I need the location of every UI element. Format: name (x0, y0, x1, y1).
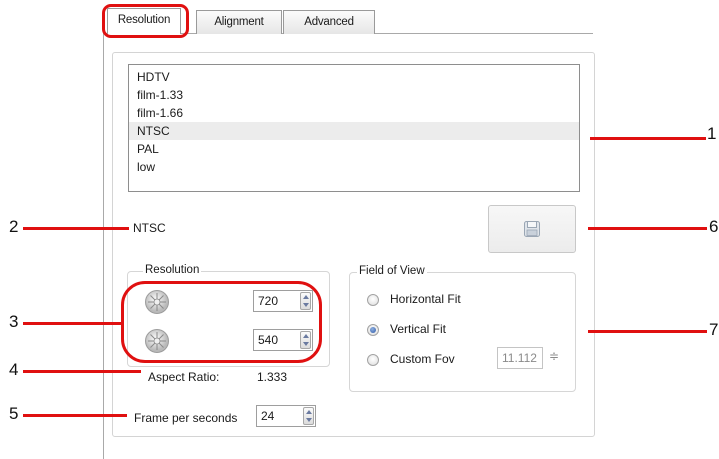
custom-fov-label[interactable]: Custom Fov (390, 352, 455, 366)
field-of-view-group (349, 272, 576, 392)
resolution-group-title: Resolution (143, 264, 202, 277)
tab-alignment[interactable]: Alignment (196, 10, 282, 34)
tab-resolution-label: Resolution (117, 14, 171, 26)
callout-line-2 (23, 227, 129, 230)
custom-fov-radio[interactable] (367, 354, 379, 366)
callout-line-4 (23, 370, 141, 373)
vertical-fit-radio[interactable] (367, 324, 379, 336)
fps-label: Frame per seconds (134, 411, 238, 425)
tab-resolution[interactable]: Resolution (107, 8, 181, 34)
tab-advanced[interactable]: Advanced (283, 10, 375, 34)
aspect-ratio-label: Aspect Ratio: (148, 370, 220, 384)
callout-line-6 (588, 227, 707, 230)
custom-fov-value: 11.112 (502, 351, 537, 365)
aspect-ratio-value: 1.333 (257, 370, 288, 384)
callout-line-5 (23, 414, 127, 417)
field-of-view-title: Field of View (357, 265, 427, 278)
callout-number-1: 1 (707, 124, 717, 143)
horizontal-fit-radio[interactable] (367, 294, 379, 306)
custom-fov-input[interactable]: 11.112 (497, 347, 543, 369)
list-item[interactable]: PAL (129, 140, 579, 158)
callout-line-7 (588, 330, 707, 333)
callout-number-4: 4 (9, 360, 19, 379)
callout-number-2: 2 (9, 217, 19, 236)
custom-fov-spin-icon[interactable]: ≑ (549, 349, 559, 363)
resolution-highlight-callout (121, 281, 322, 363)
preset-list[interactable]: HDTV film-1.33 film-1.66 NTSC PAL low (128, 64, 580, 192)
fps-value: 24 (261, 409, 275, 423)
preset-name-label: NTSC (133, 221, 166, 235)
callout-line-3 (23, 322, 123, 325)
callout-number-7: 7 (709, 320, 719, 339)
callout-number-5: 5 (9, 404, 19, 423)
vertical-fit-label[interactable]: Vertical Fit (390, 322, 446, 336)
tab-advanced-label: Advanced (304, 16, 354, 28)
list-item[interactable]: film-1.33 (129, 86, 579, 104)
tab-alignment-label: Alignment (214, 16, 264, 28)
list-item[interactable]: HDTV (129, 68, 579, 86)
callout-number-6: 6 (709, 217, 719, 236)
list-item[interactable]: low (129, 158, 579, 176)
callout-number-3: 3 (9, 312, 19, 331)
horizontal-fit-label[interactable]: Horizontal Fit (390, 292, 461, 306)
callout-line-1 (590, 137, 706, 140)
dialog-left-border (103, 33, 104, 459)
list-item-selected[interactable]: NTSC (129, 122, 579, 140)
save-preset-button[interactable] (488, 205, 576, 253)
floppy-disk-icon (524, 221, 540, 237)
list-item[interactable]: film-1.66 (129, 104, 579, 122)
fps-spin-arrows[interactable] (303, 407, 314, 425)
